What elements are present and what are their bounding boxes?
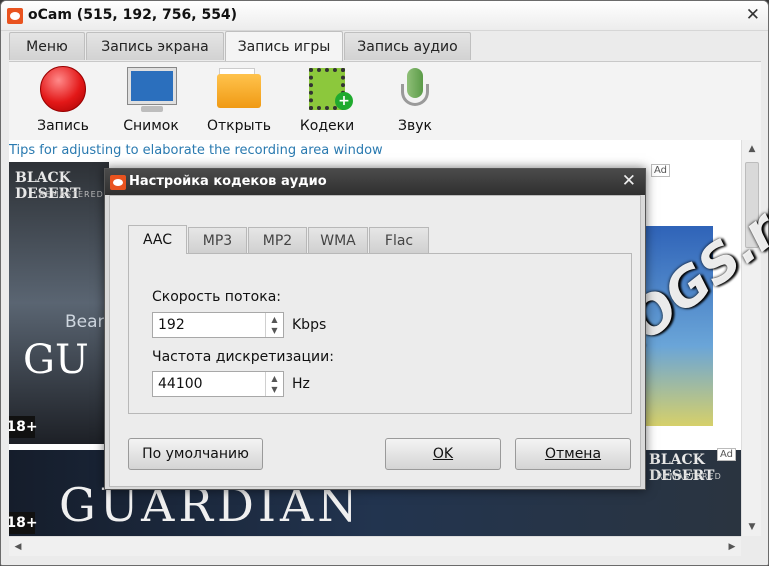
monitor-icon <box>127 67 177 105</box>
title-bar: oCam (515, 192, 756, 554) ✕ <box>1 1 768 31</box>
horizontal-scrollbar[interactable]: ◀ ▶ <box>9 536 741 556</box>
tab-audio-recording[interactable]: Запись аудио <box>344 32 471 60</box>
tab-flac[interactable]: Flac <box>369 227 429 253</box>
open-button[interactable]: Открыть <box>199 62 279 140</box>
scroll-down-icon[interactable]: ▼ <box>742 518 762 536</box>
monitor-stand <box>141 106 163 112</box>
screenshot-button[interactable]: Снимок <box>111 62 191 140</box>
audio-codec-dialog: Настройка кодеков аудио ✕ AAC MP3 MP2 WM… <box>104 168 646 490</box>
codecs-button[interactable]: + Кодеки <box>287 62 367 140</box>
ocam-app-icon <box>110 175 126 190</box>
record-icon <box>40 66 86 112</box>
scroll-left-icon[interactable]: ◀ <box>9 537 27 557</box>
samplerate-spinbox[interactable]: 44100 ▲ ▼ <box>152 371 284 397</box>
plus-icon: + <box>335 92 353 110</box>
dialog-title: Настройка кодеков аудио <box>129 174 327 189</box>
dialog-title-bar: Настройка кодеков аудио ✕ <box>105 169 645 195</box>
bitrate-spinbox[interactable]: 192 ▲ ▼ <box>152 312 284 338</box>
ad-logo-sub: REMASTERED <box>39 190 104 199</box>
window-title: oCam (515, 192, 756, 554) <box>28 7 238 23</box>
tab-screen-recording[interactable]: Запись экрана <box>86 32 224 60</box>
folder-icon <box>217 74 261 108</box>
ad-heading: GU <box>23 337 89 383</box>
screenshot-label: Снимок <box>123 118 179 134</box>
close-icon[interactable]: ✕ <box>746 5 760 25</box>
age-rating-badge: 18+ <box>9 416 38 438</box>
tab-mp2[interactable]: MP2 <box>248 227 307 253</box>
spin-arrows-icon[interactable]: ▲ ▼ <box>265 313 283 337</box>
tips-link[interactable]: Tips for adjusting to elaborate the reco… <box>9 143 383 158</box>
record-label: Запись <box>37 118 89 134</box>
dialog-close-icon[interactable]: ✕ <box>622 171 636 191</box>
open-label: Открыть <box>207 118 271 134</box>
ok-button[interactable]: OK <box>385 438 501 470</box>
record-button[interactable]: Запись <box>23 62 103 140</box>
ad-tag[interactable]: Ad <box>651 164 671 177</box>
tab-menu[interactable]: Меню <box>9 32 85 60</box>
tab-wma[interactable]: WMA <box>308 227 368 253</box>
samplerate-label: Частота дискретизации: <box>152 349 334 365</box>
bitrate-label: Скорость потока: <box>152 289 281 305</box>
samplerate-unit: Hz <box>292 376 310 392</box>
ocam-app-icon <box>7 8 23 24</box>
aac-settings-panel: Скорость потока: 192 ▲ ▼ Kbps Частота дис… <box>128 253 632 414</box>
ad-logo-sub-bottom: REMASTERED <box>657 472 722 481</box>
tab-game-recording[interactable]: Запись игры <box>225 31 343 61</box>
tab-aac[interactable]: AAC <box>128 225 187 254</box>
dialog-body: AAC MP3 MP2 WMA Flac Скорость потока: 19… <box>109 195 641 487</box>
spin-arrows-icon[interactable]: ▲ ▼ <box>265 372 283 396</box>
default-button[interactable]: По умолчанию <box>128 438 263 470</box>
samplerate-value[interactable]: 44100 <box>158 376 203 392</box>
tab-mp3[interactable]: MP3 <box>188 227 247 253</box>
scroll-up-icon[interactable]: ▲ <box>742 140 762 158</box>
cancel-button[interactable]: Отмена <box>515 438 631 470</box>
age-rating-badge-bottom: 18+ <box>9 512 38 534</box>
ad-tagline: Bear <box>65 312 105 332</box>
codecs-label: Кодеки <box>299 118 355 134</box>
bitrate-unit: Kbps <box>292 317 327 333</box>
microphone-icon <box>407 68 423 98</box>
ad-banner-left[interactable]: BLACK DESERT REMASTERED Bear GU 18+ <box>9 162 109 444</box>
sound-button[interactable]: Звук <box>375 62 455 140</box>
bitrate-value[interactable]: 192 <box>158 317 185 333</box>
scroll-right-icon[interactable]: ▶ <box>723 537 741 557</box>
ad-tag-bottom[interactable]: Ad <box>717 448 737 461</box>
sound-label: Звук <box>398 118 432 134</box>
toolbar: Запись Снимок Открыть + Кодеки Звук <box>9 62 761 140</box>
